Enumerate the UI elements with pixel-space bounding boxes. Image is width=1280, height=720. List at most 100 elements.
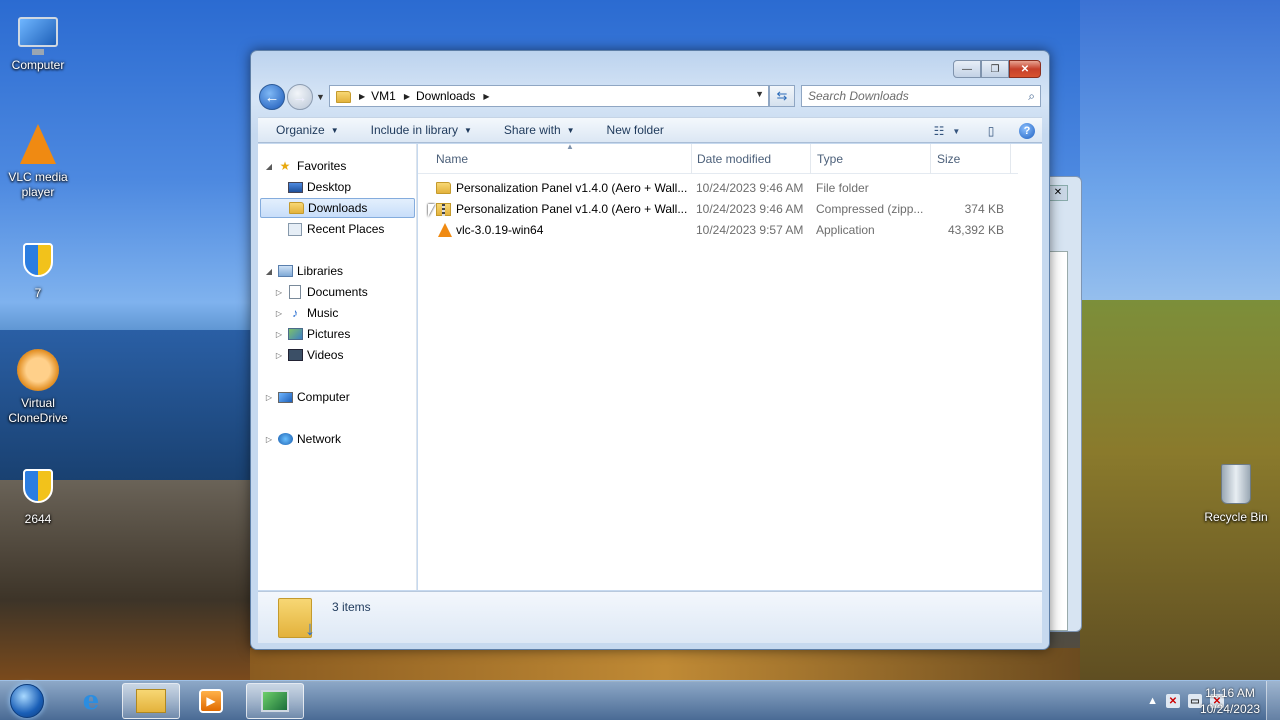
- organize-button[interactable]: Organize ▼: [258, 123, 353, 137]
- search-icon[interactable]: ⌕: [1028, 89, 1035, 104]
- show-hidden-icons-chevron-icon[interactable]: ▲: [1147, 695, 1158, 707]
- navigation-buttons: ← → ▼: [259, 84, 325, 110]
- expand-triangle-icon[interactable]: ▷: [274, 288, 284, 297]
- nav-item-videos[interactable]: ▷ Videos: [274, 345, 432, 365]
- column-header-label: Size: [937, 152, 961, 166]
- nav-libraries[interactable]: ◢ Libraries: [264, 261, 422, 281]
- pictures-icon: [287, 328, 303, 340]
- help-button[interactable]: ?: [1012, 120, 1042, 142]
- taskbar-media-player[interactable]: ▶: [182, 683, 240, 719]
- breadcrumb-vm1[interactable]: VM1: [371, 89, 396, 103]
- maximize-button[interactable]: ❐: [981, 60, 1009, 78]
- downloads-folder-icon: [288, 202, 304, 214]
- desktop-icon-2644[interactable]: 2644: [0, 464, 76, 527]
- column-header-name[interactable]: Name ▲: [430, 142, 692, 174]
- navigation-pane: ◢ ★ Favorites Desktop Downloads Recent P…: [258, 144, 417, 590]
- address-bar[interactable]: ▶ VM1 ▶ Downloads ▶ ▼: [329, 85, 769, 107]
- table-row[interactable]: Personalization Panel v1.4.0 (Aero + Wal…: [428, 178, 1024, 198]
- preview-pane-button[interactable]: ▯: [976, 120, 1006, 142]
- close-button[interactable]: ✕: [1009, 60, 1041, 78]
- arrow-left-icon: ←: [264, 88, 280, 106]
- desktop-icon-recycle-bin[interactable]: Recycle Bin: [1198, 462, 1274, 525]
- nav-item-pictures[interactable]: ▷ Pictures: [274, 324, 432, 344]
- expand-triangle-icon[interactable]: ▷: [264, 393, 274, 402]
- nav-computer[interactable]: ▷ Computer: [264, 387, 422, 407]
- action-center-flag-icon[interactable]: ✕: [1166, 694, 1180, 708]
- breadcrumb-downloads[interactable]: Downloads: [416, 89, 475, 103]
- back-button[interactable]: ←: [259, 84, 285, 110]
- file-type: File folder: [816, 181, 869, 195]
- minimize-button[interactable]: —: [953, 60, 981, 78]
- monitor-icon: [261, 690, 289, 712]
- chevron-down-icon: ▼: [330, 125, 339, 135]
- column-header-type[interactable]: Type: [811, 144, 931, 174]
- details-pane: 3 items: [258, 591, 1042, 643]
- shield-shortcut-icon: [23, 469, 53, 503]
- recent-pages-chevron-icon[interactable]: ▼: [316, 92, 325, 102]
- desktop-icon-label: VLC media player: [8, 170, 68, 199]
- shield-shortcut-icon: [23, 243, 53, 277]
- search-input[interactable]: Search Downloads ⌕: [801, 85, 1041, 107]
- nav-item-documents[interactable]: ▷ Documents: [274, 282, 432, 302]
- sheep-icon: [17, 349, 59, 391]
- expand-triangle-icon[interactable]: ▷: [264, 435, 274, 444]
- breadcrumb-chevron-icon[interactable]: ▶: [483, 92, 489, 101]
- chevron-down-icon: ▼: [566, 125, 575, 135]
- taskbar-remote-app[interactable]: [246, 683, 304, 719]
- share-with-button[interactable]: Share with ▼: [486, 123, 589, 137]
- nav-item-label: Downloads: [308, 201, 368, 215]
- address-dropdown-icon[interactable]: ▼: [755, 89, 764, 99]
- file-list[interactable]: Name ▲ Date modified Type Size Personali…: [418, 142, 1042, 590]
- taskbar-internet-explorer[interactable]: e: [62, 683, 120, 719]
- expand-triangle-icon[interactable]: ▷: [274, 309, 284, 318]
- desktop-icon-vlc[interactable]: VLC media player: [0, 122, 76, 200]
- start-button[interactable]: [4, 682, 50, 720]
- breadcrumb-chevron-icon[interactable]: ▶: [359, 92, 365, 101]
- include-in-library-label: Include in library: [370, 123, 458, 137]
- recycle-bin-icon: [1221, 464, 1251, 504]
- forward-button[interactable]: →: [287, 84, 313, 110]
- column-header-size[interactable]: Size: [931, 144, 1011, 174]
- change-view-button[interactable]: ☷ ▼: [932, 120, 962, 142]
- expand-triangle-icon[interactable]: ▷: [274, 330, 284, 339]
- mouse-cursor-icon: [428, 204, 435, 217]
- organize-label: Organize: [276, 123, 325, 137]
- table-row[interactable]: vlc-3.0.19-win64 10/24/2023 9:57 AM Appl…: [428, 220, 1024, 240]
- desktop-icon: [287, 181, 303, 193]
- nav-item-label: Music: [307, 306, 339, 320]
- breadcrumb-chevron-icon[interactable]: ▶: [404, 92, 410, 101]
- refresh-button[interactable]: ⇆: [769, 85, 795, 107]
- column-header-date-modified[interactable]: Date modified: [691, 144, 811, 174]
- file-type: Compressed (zipp...: [816, 202, 924, 216]
- new-folder-button[interactable]: New folder: [589, 123, 678, 137]
- desktop-sky: [1080, 0, 1280, 320]
- expand-triangle-icon[interactable]: ▷: [274, 351, 284, 360]
- explorer-window[interactable]: — ❐ ✕ ← → ▼ ▶ VM1 ▶ Downloads ▶ ▼ ⇆ Sear…: [250, 50, 1050, 650]
- nav-computer-label: Computer: [297, 390, 350, 404]
- desktop-icon-virtual-clonedrive[interactable]: Virtual CloneDrive: [0, 348, 76, 426]
- nav-item-label: Pictures: [307, 327, 351, 341]
- nav-item-music[interactable]: ▷ ♪ Music: [274, 303, 432, 323]
- desktop-icon-computer[interactable]: Computer: [0, 10, 76, 73]
- column-header-label: Name: [436, 152, 469, 166]
- nav-network-label: Network: [297, 432, 342, 446]
- include-in-library-button[interactable]: Include in library ▼: [353, 123, 486, 137]
- close-icon[interactable]: ✕: [1048, 185, 1068, 201]
- nav-favorites[interactable]: ◢ ★ Favorites: [264, 156, 422, 176]
- nav-item-downloads[interactable]: Downloads: [260, 198, 415, 218]
- nav-item-label: Videos: [307, 348, 344, 362]
- taskbar: e ▶ ▲ ✕ ▭ ✕ 11:16 AM 10/24/2023: [0, 680, 1280, 720]
- collapse-triangle-icon[interactable]: ◢: [264, 267, 274, 276]
- collapse-triangle-icon[interactable]: ◢: [264, 162, 274, 171]
- clock-date: 10/24/2023: [1199, 702, 1260, 716]
- desktop-icon-label: 2644: [24, 512, 52, 526]
- nav-network[interactable]: ▷ Network: [264, 429, 422, 449]
- file-date: 10/24/2023 9:46 AM: [696, 181, 804, 195]
- clock[interactable]: 11:16 AM 10/24/2023: [1200, 685, 1260, 717]
- table-row[interactable]: Personalization Panel v1.4.0 (Aero + Wal…: [428, 199, 1024, 219]
- nav-item-label: Recent Places: [307, 222, 385, 236]
- desktop-icon-label: Recycle Bin: [1204, 510, 1268, 524]
- taskbar-windows-explorer[interactable]: [122, 683, 180, 719]
- desktop-icon-7[interactable]: 7: [0, 238, 76, 301]
- show-desktop-button[interactable]: [1266, 681, 1280, 720]
